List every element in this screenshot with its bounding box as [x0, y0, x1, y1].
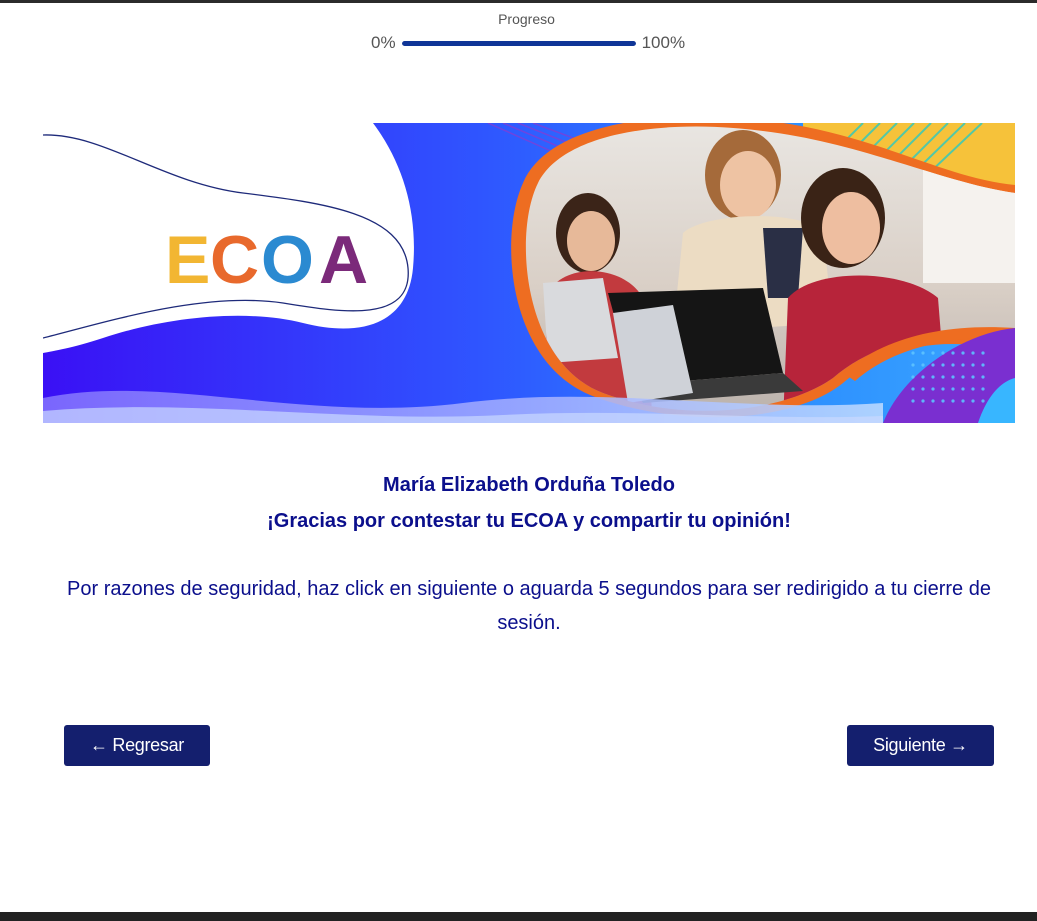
- redirect-notice: Por razones de seguridad, haz click en s…: [67, 578, 991, 634]
- svg-text:C: C: [210, 222, 259, 298]
- svg-text:O: O: [261, 222, 314, 298]
- progress-bar-fill: [401, 40, 636, 46]
- progress-title: Progreso: [498, 11, 555, 27]
- bottom-bar: [0, 912, 1037, 921]
- svg-text:A: A: [319, 222, 368, 298]
- progress-max-label: 100%: [641, 33, 686, 52]
- next-button[interactable]: Siguiente →: [847, 725, 994, 766]
- thanks-message: ¡Gracias por contestar tu ECOA y compart…: [267, 510, 791, 532]
- ecoa-banner: E C O A: [43, 123, 1015, 423]
- top-border: [0, 0, 1037, 3]
- progress-row: 0% 100%: [371, 32, 685, 54]
- svg-text:E: E: [165, 222, 210, 298]
- back-button[interactable]: ← Regresar: [64, 725, 210, 766]
- progress-min-label: 0%: [371, 33, 396, 52]
- ecoa-logo: E C O A: [165, 222, 368, 298]
- progress-bar: [401, 40, 636, 46]
- student-name: María Elizabeth Orduña Toledo: [383, 474, 675, 496]
